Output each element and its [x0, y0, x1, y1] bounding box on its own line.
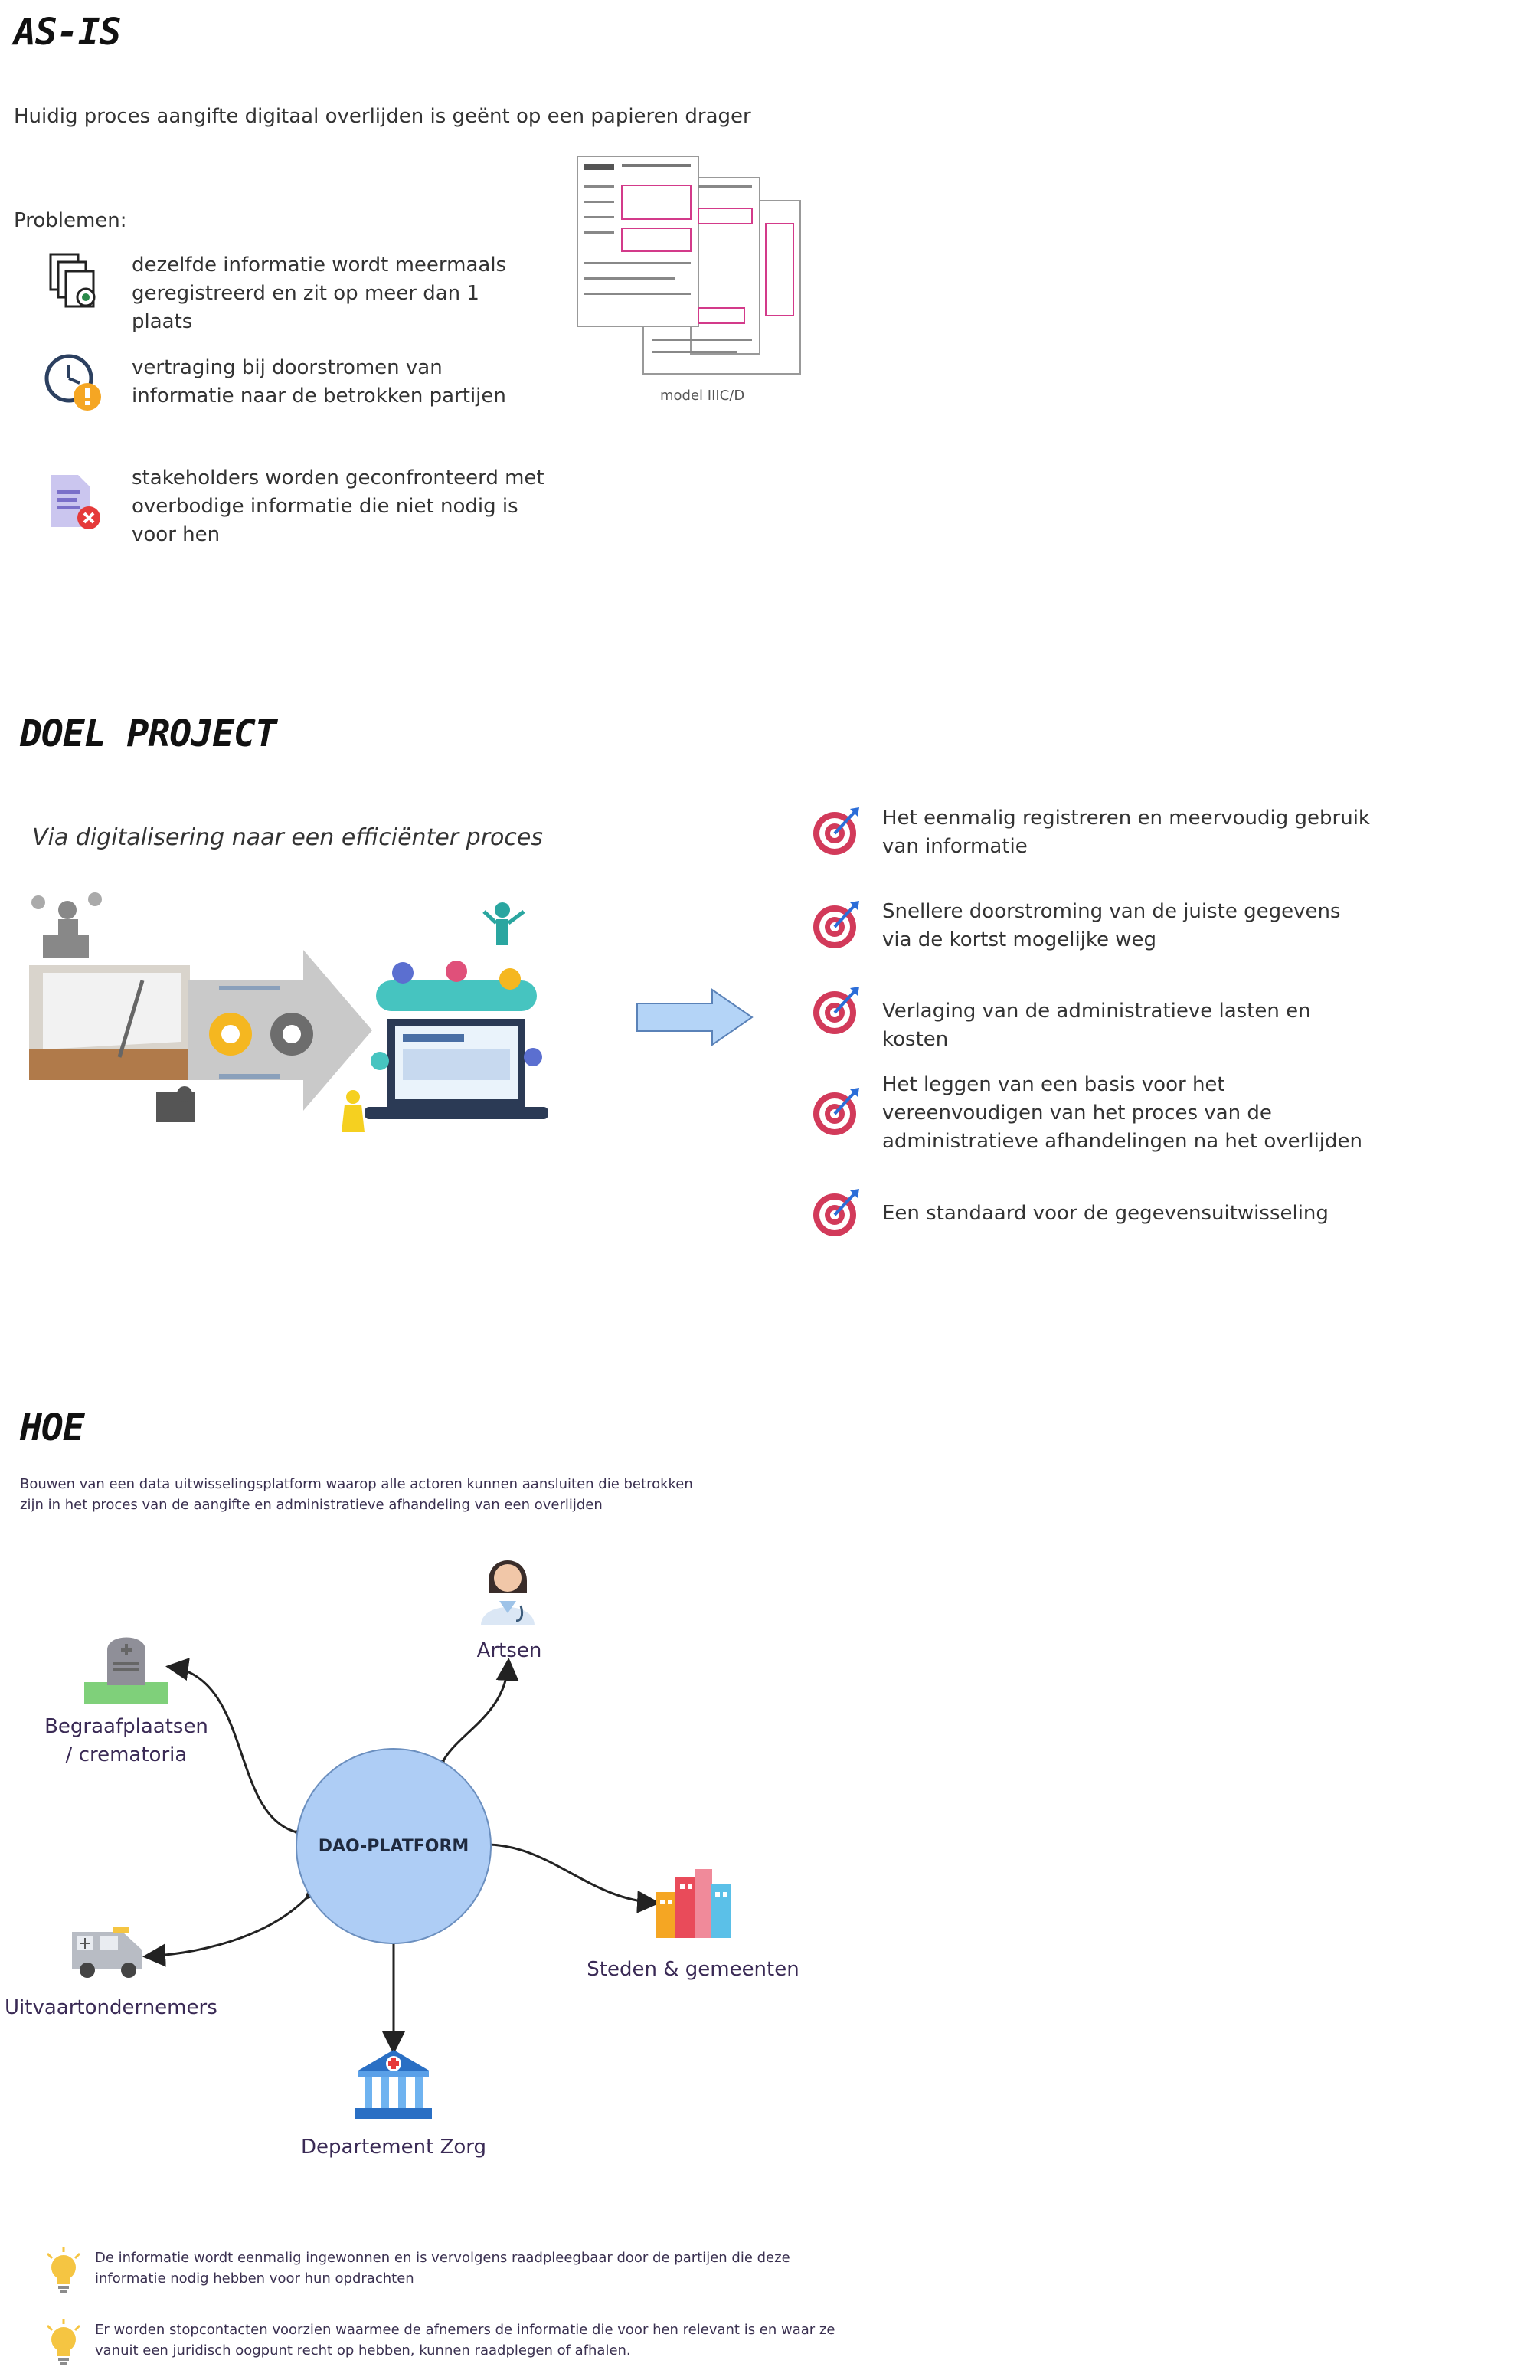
doel-title: DOEL PROJECT — [20, 712, 277, 755]
note-text-2: Er worden stopcontacten voorzien waarmee… — [95, 2322, 835, 2359]
cemetery-icon — [84, 1632, 168, 1705]
form-caption: model IIIC/D — [660, 388, 745, 404]
goal-text-4: Het leggen van een basis voor het vereen… — [882, 1073, 1362, 1153]
goal-text-3: Verlaging van de administratieve lasten … — [882, 1000, 1311, 1051]
lightbulb-icon — [43, 2247, 84, 2295]
hearse-icon — [69, 1924, 149, 1979]
problems-label: Problemen: — [14, 209, 127, 232]
goal-text-5: Een standaard voor de gegevensuitwisseli… — [882, 1202, 1329, 1225]
asis-intro: Huidig proces aangifte digitaal overlijd… — [14, 105, 751, 128]
doel-subtitle: Via digitalisering naar een efficiënter … — [32, 824, 543, 851]
problem-text-3: stakeholders worden geconfronteerd met o… — [132, 467, 544, 546]
steden-label: Steden & gemeenten — [587, 1958, 799, 1981]
artsen-label: Artsen — [476, 1639, 542, 1662]
documents-icon — [47, 253, 101, 313]
goal-text-2: Snellere doorstroming van de juiste gege… — [882, 900, 1341, 951]
form-model-image — [576, 155, 806, 377]
goal-target-icon-1 — [812, 806, 862, 856]
goal-target-icon-5 — [812, 1187, 862, 1238]
lightbulb-icon — [43, 2319, 84, 2367]
city-buildings-icon — [656, 1861, 732, 1938]
flow-arrow — [636, 988, 758, 1049]
asis-title: AS-IS — [14, 11, 121, 54]
document-error-icon — [47, 472, 106, 533]
uitvaart-label: Uitvaartondernemers — [5, 1996, 217, 2019]
digitalisation-illustration — [28, 889, 556, 1134]
hospital-building-icon — [354, 2048, 433, 2120]
goal-text-1: Het eenmalig registreren en meervoudig g… — [882, 807, 1370, 858]
goal-target-icon-3 — [812, 985, 862, 1036]
note-text-1: De informatie wordt eenmalig ingewonnen … — [95, 2250, 790, 2287]
clock-warning-icon — [44, 354, 106, 415]
problem-text-2: vertraging bij doorstromen van informati… — [132, 356, 506, 408]
goal-target-icon-4 — [812, 1086, 862, 1137]
dao-platform-node: DAO-PLATFORM — [296, 1748, 492, 1944]
zorg-label: Departement Zorg — [300, 2136, 487, 2159]
goal-target-icon-2 — [812, 899, 862, 950]
problem-text-1: dezelfde informatie wordt meermaals gere… — [132, 254, 507, 333]
begraaf-label: Begraafplaatsen / crematoria — [44, 1715, 208, 1766]
doctor-icon — [476, 1550, 539, 1627]
dao-platform-label: DAO-PLATFORM — [318, 1836, 469, 1856]
hoe-title: HOE — [20, 1406, 85, 1449]
hoe-description: Bouwen van een data uitwisselingsplatfor… — [20, 1476, 693, 1513]
